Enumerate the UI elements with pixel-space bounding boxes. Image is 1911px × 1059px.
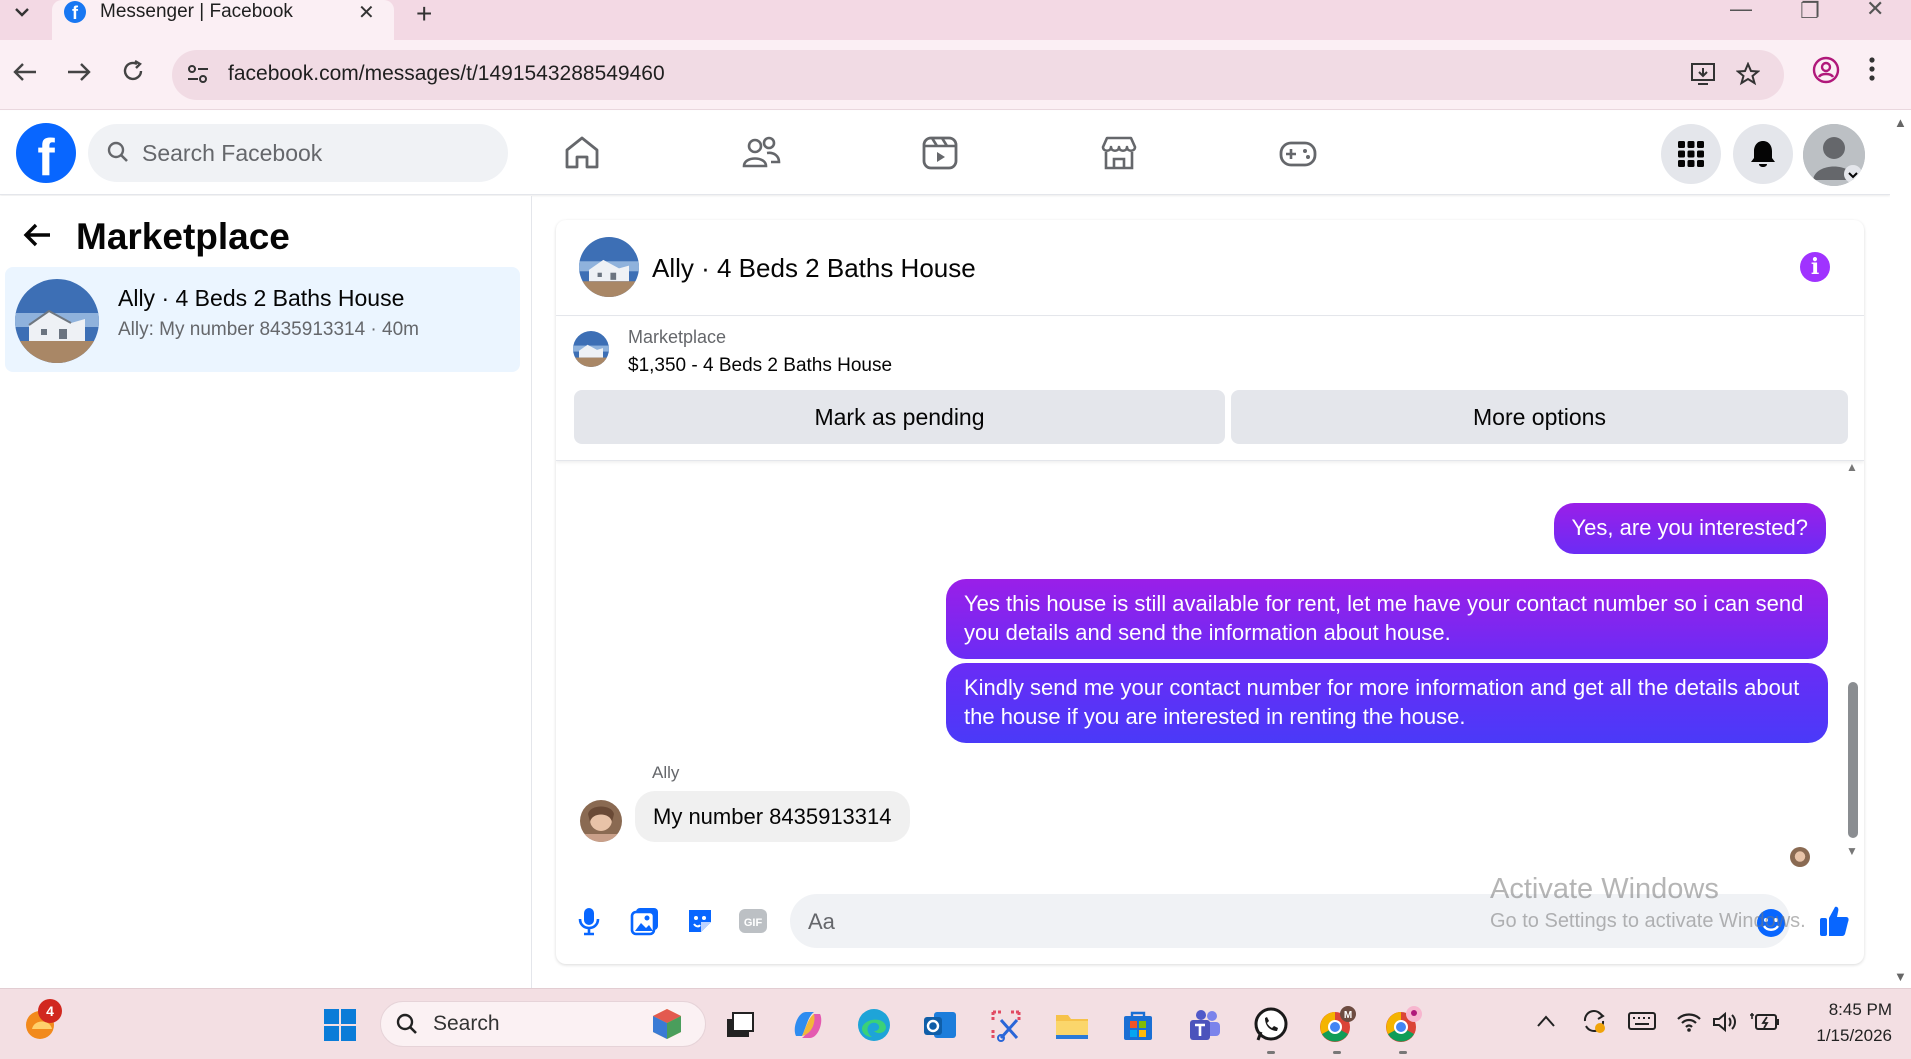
browser-tab-messenger[interactable]: f Messenger | Facebook ✕ <box>52 0 394 40</box>
back-icon[interactable] <box>8 58 42 90</box>
page-scroll-up-icon[interactable]: ▲ <box>1894 115 1907 130</box>
marketplace-icon[interactable] <box>1099 133 1139 178</box>
battery-charging-icon[interactable] <box>1750 1011 1780 1039</box>
message-input-placeholder: Aa <box>808 909 835 934</box>
facebook-top-nav: f Search Facebook <box>0 111 1890 195</box>
outgoing-message[interactable]: Yes this house is still available for re… <box>946 579 1828 659</box>
address-bar[interactable]: facebook.com/messages/t/1491543288549460 <box>172 50 1784 100</box>
window-close-icon[interactable]: ✕ <box>1866 0 1884 22</box>
minimize-icon[interactable]: — <box>1730 0 1752 22</box>
conversation-item[interactable]: Ally · 4 Beds 2 Baths House Ally: My num… <box>5 267 520 372</box>
conversation-name: Ally · 4 Beds 2 Baths House <box>118 285 405 311</box>
sticker-icon[interactable] <box>685 906 715 941</box>
sender-name: Ally <box>652 763 680 782</box>
chrome-2-running-indicator <box>1399 1051 1407 1054</box>
microsoft-store-icon[interactable] <box>1118 1005 1158 1045</box>
reload-icon[interactable] <box>116 58 150 90</box>
copilot-icon[interactable] <box>788 1005 828 1045</box>
chrome-profile-icon[interactable] <box>1383 1005 1423 1045</box>
browser-profile-icon[interactable] <box>1812 56 1840 89</box>
outlook-icon[interactable] <box>920 1005 960 1045</box>
taskbar-search-box[interactable]: Search <box>380 1001 706 1047</box>
site-settings-icon[interactable] <box>186 63 210 90</box>
scroll-up-arrow-icon[interactable]: ▲ <box>1846 460 1858 474</box>
facebook-logo-icon[interactable]: f <box>16 123 76 183</box>
whatsapp-icon[interactable] <box>1251 1005 1291 1045</box>
bookmark-star-icon[interactable] <box>1735 61 1761 91</box>
clock-time: 8:45 PM <box>1828 1000 1892 1019</box>
system-clock[interactable]: 8:45 PM 1/15/2026 <box>1796 997 1892 1049</box>
browser-toolbar: facebook.com/messages/t/1491543288549460 <box>0 40 1911 110</box>
photo-attach-icon[interactable] <box>630 906 660 941</box>
gaming-icon[interactable] <box>1278 133 1318 178</box>
scroll-down-arrow-icon[interactable]: ▼ <box>1846 844 1858 858</box>
whatsapp-running-indicator <box>1267 1051 1275 1054</box>
browser-menu-icon[interactable] <box>1868 56 1876 87</box>
video-icon[interactable] <box>920 133 960 178</box>
edge-browser-icon[interactable] <box>854 1005 894 1045</box>
tab-close-icon[interactable]: ✕ <box>358 0 375 25</box>
taskbar-search-label: Search <box>433 1012 500 1035</box>
message-scrollbar[interactable]: ▲ ▼ <box>1844 220 1860 874</box>
svg-text:M: M <box>1344 1010 1352 1021</box>
facebook-favicon-icon: f <box>64 1 86 23</box>
taskbar-search-icon <box>395 1012 419 1041</box>
page-scroll-down-icon[interactable]: ▼ <box>1894 969 1907 984</box>
chrome-profile-m-icon[interactable]: M <box>1317 1005 1357 1045</box>
clock-date: 1/15/2026 <box>1816 1026 1892 1045</box>
new-tab-icon[interactable]: + <box>416 0 432 30</box>
sender-avatar[interactable] <box>580 800 622 842</box>
conversation-sidebar: Marketplace Ally · 4 Beds 2 Baths House … <box>0 196 532 988</box>
message-list: Yes, are you interested? Yes this house … <box>556 220 1864 874</box>
outgoing-message[interactable]: Kindly send me your contact number for m… <box>946 663 1828 743</box>
scrollbar-thumb[interactable] <box>1848 682 1858 838</box>
watermark-subtitle: Go to Settings to activate Windows. <box>1490 910 1806 932</box>
conversation-preview: Ally: My number 8435913314 · 40m <box>118 319 419 340</box>
url-text: facebook.com/messages/t/1491543288549460 <box>228 62 665 85</box>
restore-icon[interactable]: ❐ <box>1800 0 1820 24</box>
watermark-title: Activate Windows <box>1490 873 1719 905</box>
gif-icon[interactable]: GIF <box>738 906 768 941</box>
sidebar-title: Marketplace <box>76 216 290 257</box>
chrome-running-indicator <box>1333 1051 1341 1054</box>
back-arrow-icon[interactable] <box>22 222 52 253</box>
svg-text:GIF: GIF <box>744 917 763 929</box>
activate-windows-watermark: Activate Windows Go to Settings to activ… <box>1490 873 1806 933</box>
friends-icon[interactable] <box>741 133 781 178</box>
browser-tab-strip: f Messenger | Facebook ✕ + — ❐ ✕ <box>0 0 1911 40</box>
volume-icon[interactable] <box>1712 1011 1740 1039</box>
incoming-message[interactable]: My number 8435913314 <box>635 791 910 842</box>
house-thumbnail <box>15 279 99 363</box>
search-highlight-cube-icon <box>649 1006 685 1047</box>
teams-icon[interactable] <box>1184 1005 1224 1045</box>
search-placeholder: Search Facebook <box>142 140 323 166</box>
tray-overflow-chevron-icon[interactable] <box>1536 1011 1556 1034</box>
start-windows-icon[interactable] <box>320 1005 360 1045</box>
tab-search-chevron-icon[interactable] <box>6 0 38 24</box>
search-icon <box>106 140 130 169</box>
outgoing-message[interactable]: Yes, are you interested? <box>1553 503 1826 554</box>
facebook-search-input[interactable]: Search Facebook <box>88 124 508 182</box>
menu-grid-icon[interactable] <box>1661 124 1721 184</box>
snipping-tool-icon[interactable] <box>986 1005 1026 1045</box>
tab-title: Messenger | Facebook <box>100 1 293 22</box>
install-app-icon[interactable] <box>1690 62 1716 91</box>
chat-panel: Ally · 4 Beds 2 Baths House i Marketplac… <box>556 220 1864 964</box>
widgets-badge: 4 <box>38 999 62 1023</box>
keyboard-icon[interactable] <box>1628 1011 1656 1037</box>
seen-receipt-avatar <box>1790 847 1810 867</box>
wifi-icon[interactable] <box>1676 1011 1702 1039</box>
file-explorer-icon[interactable] <box>1052 1005 1092 1045</box>
notifications-bell-icon[interactable] <box>1733 124 1793 184</box>
account-avatar[interactable] <box>1803 124 1865 186</box>
page-scrollbar[interactable]: ▲ ▼ <box>1890 111 1911 988</box>
thumbs-up-icon[interactable] <box>1818 904 1850 943</box>
windows-taskbar: 4 Search M 8:45 PM 1/15/2026 <box>0 988 1911 1059</box>
task-view-icon[interactable] <box>720 1005 760 1045</box>
forward-icon[interactable] <box>62 58 96 90</box>
sync-status-icon[interactable] <box>1580 1007 1608 1041</box>
microphone-icon[interactable] <box>576 906 602 941</box>
home-icon[interactable] <box>562 133 602 178</box>
